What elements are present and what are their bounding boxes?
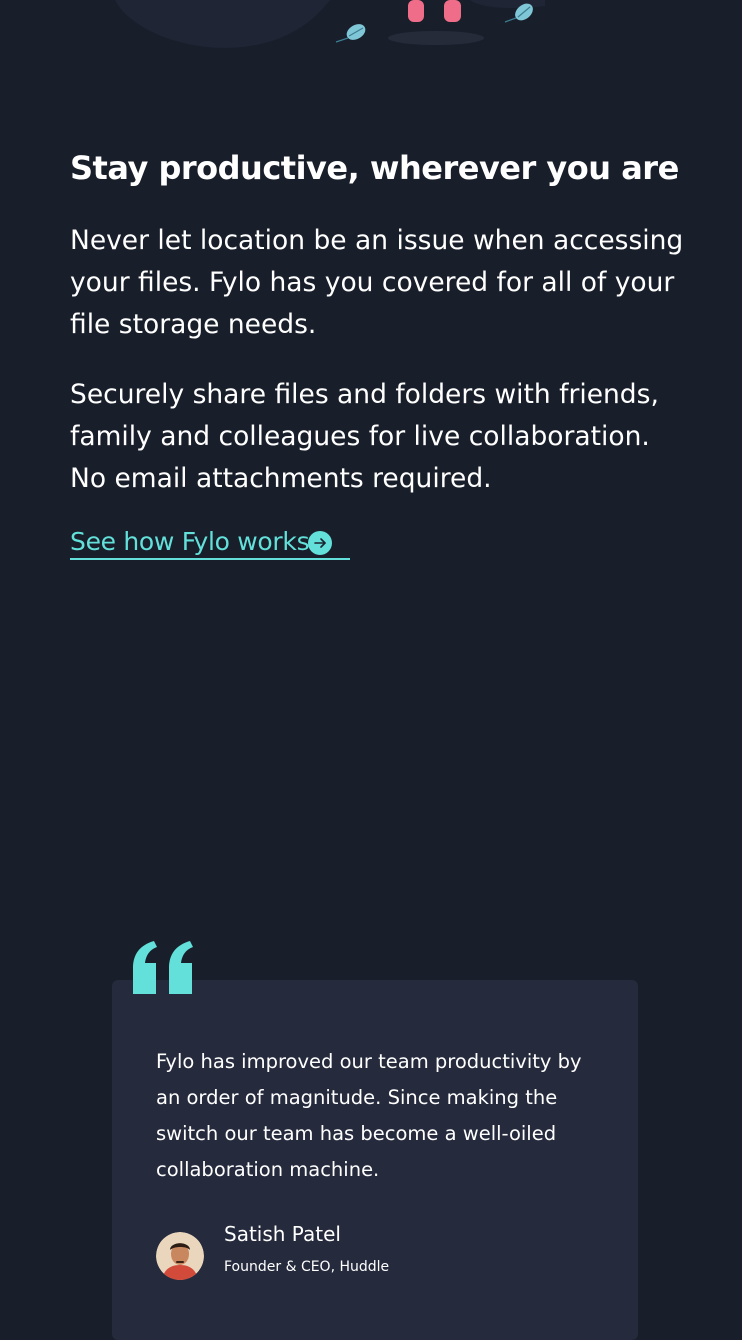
arrow-circle-right-icon bbox=[308, 531, 332, 555]
see-how-fylo-works-label: See how Fylo works bbox=[70, 527, 310, 556]
see-how-fylo-works-link[interactable]: See how Fylo works bbox=[70, 522, 350, 560]
productive-paragraph-2: Securely share files and folders with fr… bbox=[70, 379, 659, 494]
quotes-icon bbox=[133, 941, 193, 994]
avatar bbox=[156, 1232, 204, 1280]
testimonial-author-role: Founder & CEO, Huddle bbox=[224, 1259, 390, 1275]
testimonial-author-name: Satish Patel bbox=[224, 1222, 341, 1246]
productive-heading: Stay productive, wherever you are bbox=[70, 149, 679, 187]
productive-section: Stay productive, wherever you are Never … bbox=[70, 146, 690, 500]
testimonial-card: Fylo has improved our team productivity … bbox=[112, 980, 638, 1340]
productive-paragraph-1: Never let location be an issue when acce… bbox=[70, 225, 684, 340]
testimonial-quote: Fylo has improved our team productivity … bbox=[156, 1050, 582, 1181]
illustration-graphic bbox=[115, 0, 545, 48]
